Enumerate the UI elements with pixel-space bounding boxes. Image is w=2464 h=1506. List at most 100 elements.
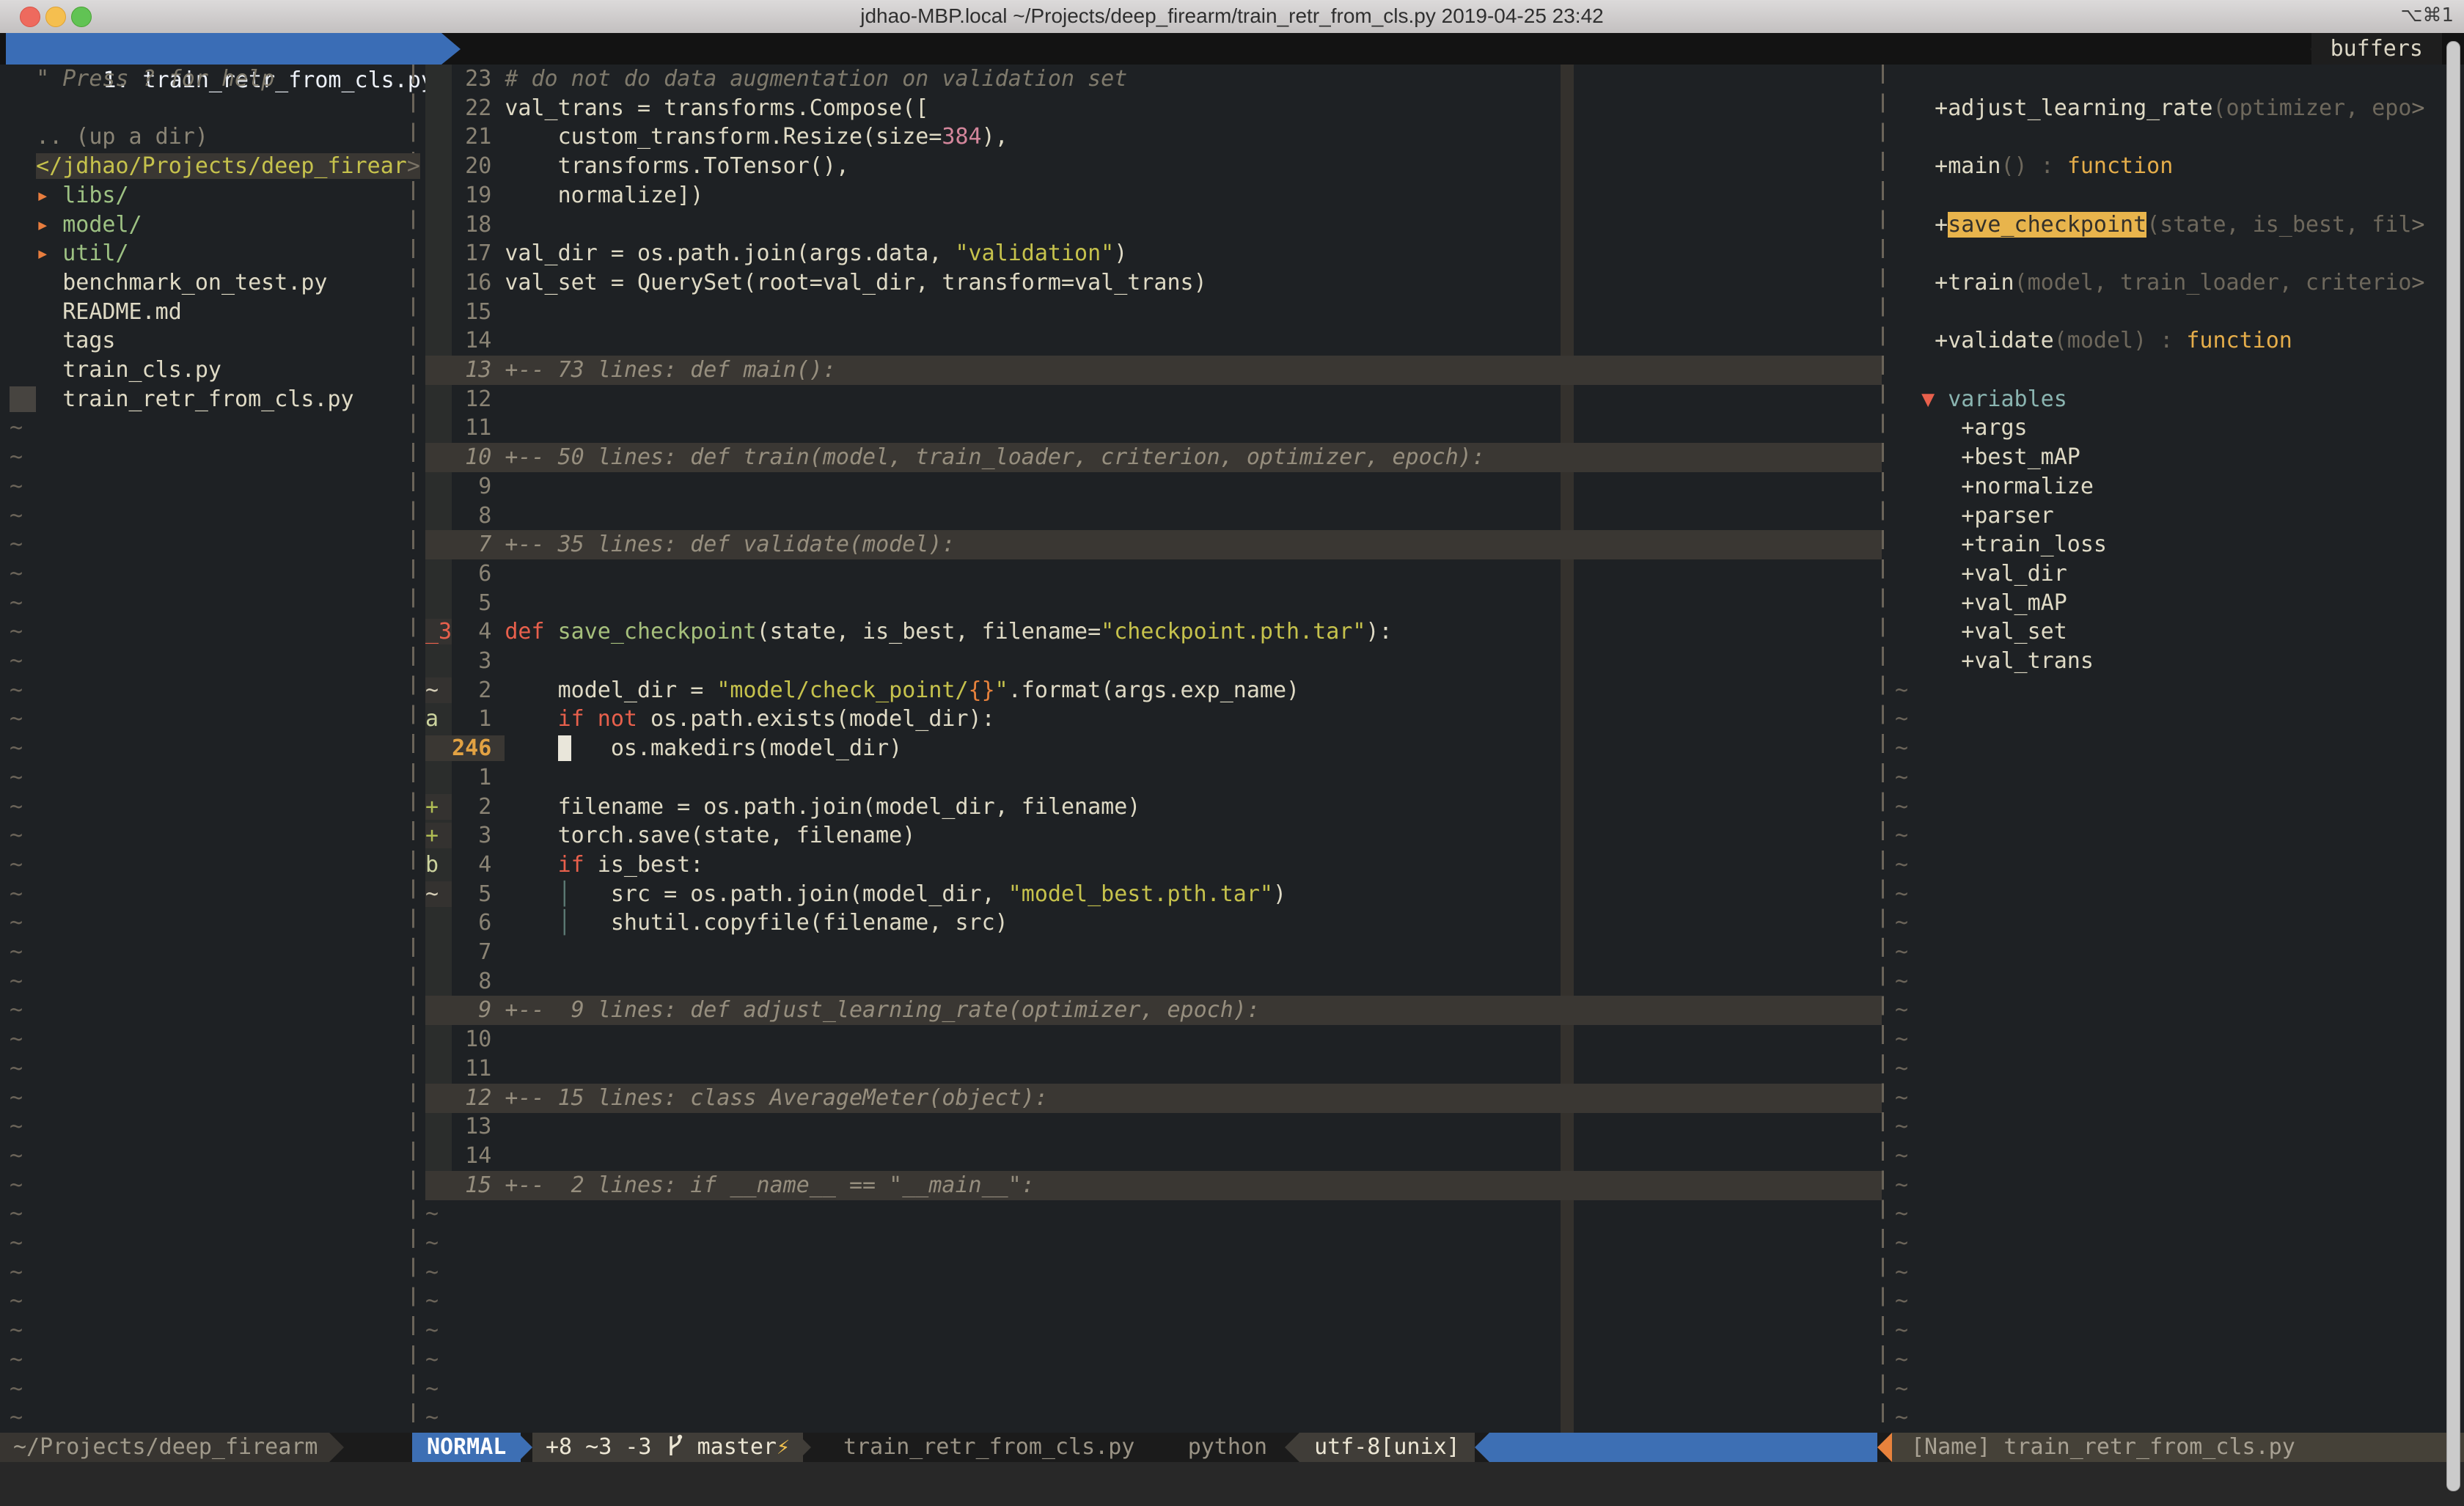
nerdtree-row-31: ~ [10,938,23,967]
tagbar-row-12[interactable]: ▼ variables [1895,385,2067,414]
code-row-42: ~ [425,1258,439,1288]
terminal-window: jdhao-MBP.local ~/Projects/deep_firearm/… [0,0,2464,1506]
tagbar-row-29: ~ [1895,880,1908,909]
nerdtree-row-8[interactable]: benchmark_on_test.py [10,268,327,298]
code-row-9[interactable]: 15 [425,298,505,327]
code-row-14[interactable]: 10 +-- 50 lines: def train(model, train_… [425,443,1882,472]
code-row-39[interactable]: 15 +-- 2 lines: if __name__ == "__main__… [425,1171,1882,1200]
code-row-36[interactable]: 12 +-- 15 lines: class AverageMeter(obje… [425,1084,1882,1113]
vim-command-line[interactable] [0,1462,2464,1506]
code-row-19[interactable]: 5 [425,589,505,618]
nerdtree-row-27: ~ [10,821,23,851]
code-row-33[interactable]: 9 +-- 9 lines: def adjust_learning_rate(… [425,996,1882,1025]
buffers-label: buffers [2311,33,2442,65]
tagbar-row-14[interactable]: +best_mAP [1895,443,2080,472]
code-row-17[interactable]: 7 +-- 35 lines: def validate(model): [425,530,1882,559]
code-row-4[interactable]: 20 transforms.ToTensor(), [425,152,849,181]
vim-tabline: 1. train_retr_from_cls.py buffers [0,33,2464,65]
nerdtree-row-47: ~ [10,1403,23,1433]
nerdtree-row-11[interactable]: train_cls.py [10,356,221,385]
code-row-35[interactable]: 11 [425,1054,505,1084]
statusline-encoding: utf-8[unix] [1299,1433,1475,1462]
nerdtree-row-45: ~ [10,1345,23,1375]
nerdtree-row-5[interactable]: ▸ libs/ [10,181,129,210]
code-row-6[interactable]: 18 [425,210,505,240]
code-row-15[interactable]: 9 [425,472,505,502]
code-row-8[interactable]: 16 val_set = QuerySet(root=val_dir, tran… [425,268,1207,298]
code-row-16[interactable]: 8 [425,502,505,531]
code-row-20[interactable]: _3 4 def save_checkpoint(state, is_best,… [425,617,1393,647]
code-row-30[interactable]: 6 │ shutil.copyfile(filename, src) [425,908,1008,938]
tagbar-row-6[interactable]: +save_checkpoint(state, is_best, fil> [1895,210,2424,240]
tagbar-row-32: ~ [1895,967,1908,996]
tagbar-row-15[interactable]: +normalize [1895,472,2094,502]
statusline-git: +8 ~3 -3 master ⚡ [532,1433,803,1462]
nerdtree-row-1[interactable]: " Press ? for help [10,65,274,94]
code-row-26[interactable]: + 2 filename = os.path.join(model_dir, f… [425,793,1140,822]
tagbar-row-45: ~ [1895,1345,1908,1375]
nerdtree-window-separator[interactable] [412,65,414,1433]
tagbar-row-16[interactable]: +parser [1895,502,2054,531]
code-row-21[interactable]: 3 [425,647,505,676]
code-row-41: ~ [425,1229,439,1258]
tagbar-row-19[interactable]: +val_mAP [1895,589,2067,618]
nerdtree-row-7[interactable]: ▸ util/ [10,239,129,268]
tagbar-row-34: ~ [1895,1025,1908,1054]
nerdtree-row-26: ~ [10,793,23,822]
code-row-1[interactable]: 23 # do not do data augmentation on vali… [425,65,1127,94]
code-row-31[interactable]: 7 [425,938,505,967]
code-row-3[interactable]: 21 custom_transform.Resize(size=384), [425,122,1008,152]
tagbar-row-4[interactable]: +main() : function [1895,152,2173,181]
code-row-37[interactable]: 13 [425,1112,505,1142]
powerline-arrow-icon [1285,1433,1299,1462]
tagbar-window-separator[interactable] [1882,65,1884,1433]
code-row-7[interactable]: 17 val_dir = os.path.join(args.data, "va… [425,239,1127,268]
window-title: jdhao-MBP.local ~/Projects/deep_firearm/… [0,0,2464,32]
tagbar-row-2[interactable]: +adjust_learning_rate(optimizer, epo> [1895,94,2424,123]
code-row-2[interactable]: 22 val_trans = transforms.Compose([ [425,94,928,123]
tagbar-row-40: ~ [1895,1200,1908,1229]
tagbar-row-21[interactable]: +val_trans [1895,647,2094,676]
nerdtree-row-12[interactable]: train_retr_from_cls.py [10,385,354,414]
code-row-24[interactable]: 246 os.makedirs(model_dir) [425,734,902,763]
nerdtree-row-10[interactable]: tags [10,326,116,356]
code-row-25[interactable]: 1 [425,763,505,793]
statusline: ~/Projects/deep_firearm NORMAL +8 ~3 -3 … [0,1433,2464,1462]
tagbar-row-35: ~ [1895,1054,1908,1084]
code-row-46: ~ [425,1375,439,1404]
code-row-28[interactable]: b 4 if is_best: [425,851,703,880]
tagbar-row-8[interactable]: +train(model, train_loader, criterio> [1895,268,2424,298]
tagbar-row-18[interactable]: +val_dir [1895,559,2067,589]
nerdtree-row-9[interactable]: README.md [10,298,182,327]
code-row-11[interactable]: 13 +-- 73 lines: def main(): [425,356,1882,385]
tagbar-row-13[interactable]: +args [1895,414,2028,443]
code-row-38[interactable]: 14 [425,1142,505,1171]
code-row-10[interactable]: 14 [425,326,505,356]
tagbar-row-38: ~ [1895,1142,1908,1171]
code-row-12[interactable]: 12 [425,385,505,414]
statusline-right: python utf-8[unix] 86% ≡ 246/284ℓN : 5 [1188,1433,1877,1462]
powerline-arrow-icon [518,1433,532,1462]
code-row-32[interactable]: 8 [425,967,505,996]
code-row-34[interactable]: 10 [425,1025,505,1054]
code-row-29[interactable]: ~ 5 │ src = os.path.join(model_dir, "mod… [425,880,1286,909]
nerdtree-row-4[interactable]: </jdhao/Projects/deep_firear> [10,152,420,181]
code-row-27[interactable]: + 3 torch.save(state, filename) [425,821,915,851]
nerdtree-row-3[interactable]: .. (up a dir) [10,122,208,152]
tagbar-row-10[interactable]: +validate(model) : function [1895,326,2292,356]
nerdtree-row-18: ~ [10,559,23,589]
tagbar-row-30: ~ [1895,908,1908,938]
git-branch-icon [665,1433,684,1462]
nerdtree-row-24: ~ [10,734,23,763]
tab-train-retr-from-cls[interactable]: 1. train_retr_from_cls.py [6,33,441,65]
tagbar-row-20[interactable]: +val_set [1895,617,2067,647]
git-branch-name: master [684,1433,777,1462]
code-row-18[interactable]: 6 [425,559,505,589]
tagbar-row-17[interactable]: +train_loss [1895,530,2107,559]
code-row-5[interactable]: 19 normalize]) [425,181,703,210]
code-row-23[interactable]: a 1 if not os.path.exists(model_dir): [425,705,995,734]
code-row-22[interactable]: ~ 2 model_dir = "model/check_point/{}".f… [425,676,1299,705]
code-row-13[interactable]: 11 [425,414,505,443]
nerdtree-row-6[interactable]: ▸ model/ [10,210,142,240]
scrollbar-thumb[interactable] [2446,41,2460,1491]
